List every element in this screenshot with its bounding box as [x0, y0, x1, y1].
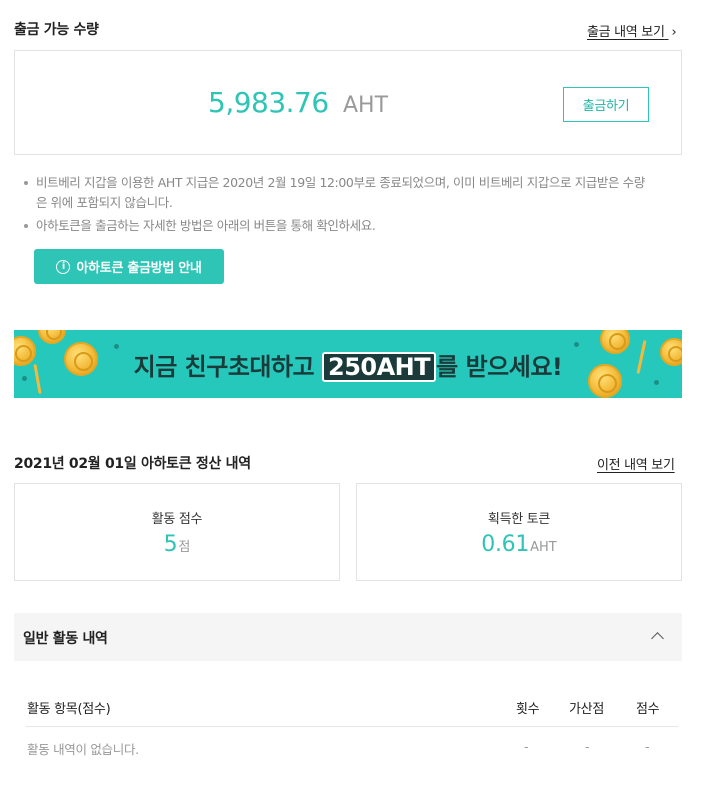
withdrawable-unit: AHT — [343, 93, 389, 118]
settlement-title: 2021년 02월 01일 아하토큰 정산 내역 — [14, 456, 251, 472]
table-divider — [26, 726, 678, 727]
column-header-bonus: 가산점 — [569, 702, 604, 717]
notice-item: 비트베리 지갑을 이용한 AHT 지급은 2020년 2월 19일 12:00부… — [24, 173, 684, 213]
withdraw-guide-button[interactable]: i 아하토큰 출금방법 안내 — [34, 249, 224, 284]
empty-count-cell: - — [524, 739, 529, 754]
chevron-right-icon: › — [671, 25, 677, 40]
banner-text-after: 를 받으세요! — [436, 353, 563, 381]
activity-score-unit: 점 — [178, 540, 191, 555]
withdraw-history-link[interactable]: 출금 내역 보기 › — [587, 21, 677, 40]
empty-score-cell: - — [645, 739, 650, 754]
coin-icon — [38, 330, 66, 344]
earned-token-label: 획득한 토큰 — [487, 512, 551, 527]
notice-item: 아하토큰을 출금하는 자세한 방법은 아래의 버튼을 통해 확인하세요. — [24, 216, 684, 236]
banner-highlight: 250AHT — [322, 352, 437, 382]
empty-activity-text: 활동 내역이 없습니다. — [27, 742, 139, 757]
withdraw-history-label: 출금 내역 보기 — [587, 25, 665, 40]
notice-text: 아하토큰을 출금하는 자세한 방법은 아래의 버튼을 통해 확인하세요. — [36, 218, 376, 233]
notice-text-continued: 은 위에 포함되지 않습니다. — [36, 195, 173, 210]
activity-score-label: 활동 점수 — [151, 512, 203, 527]
activity-score-card: 활동 점수 5점 — [14, 483, 340, 581]
earned-token-unit: AHT — [530, 540, 557, 555]
empty-bonus-cell: - — [585, 739, 590, 754]
activity-score-number: 5 — [163, 532, 178, 557]
general-activity-accordion[interactable]: 일반 활동 내역 — [14, 613, 682, 661]
previous-history-link[interactable]: 이전 내역 보기 — [597, 454, 675, 473]
invite-banner[interactable]: 지금 친구초대하고 250AHT 를 받으세요! — [14, 330, 682, 398]
earned-token-number: 0.61 — [481, 532, 530, 557]
info-icon: i — [56, 259, 71, 274]
withdrawable-title: 출금 가능 수량 — [14, 22, 99, 38]
withdraw-button[interactable]: 출금하기 — [563, 87, 649, 122]
banner-text: 지금 친구초대하고 250AHT 를 받으세요! — [14, 347, 682, 382]
withdrawable-amount: 5,983.76 — [208, 86, 329, 119]
earned-token-value: 0.61AHT — [357, 532, 681, 557]
chevron-up-icon[interactable] — [651, 632, 664, 645]
column-header-score: 점수 — [636, 702, 660, 717]
column-header-count: 횟수 — [516, 702, 540, 717]
notice-text: 비트베리 지갑을 이용한 AHT 지급은 2020년 2월 19일 12:00부… — [36, 175, 645, 190]
bullet-icon — [24, 181, 28, 185]
general-activity-title: 일반 활동 내역 — [23, 631, 108, 647]
column-header-activity: 활동 항목(점수) — [27, 702, 111, 717]
activity-score-value: 5점 — [15, 532, 339, 557]
earned-token-card: 획득한 토큰 0.61AHT — [356, 483, 682, 581]
bullet-icon — [24, 224, 28, 228]
banner-text-before: 지금 친구초대하고 — [133, 353, 315, 381]
withdraw-guide-label: 아하토큰 출금방법 안내 — [76, 261, 202, 276]
